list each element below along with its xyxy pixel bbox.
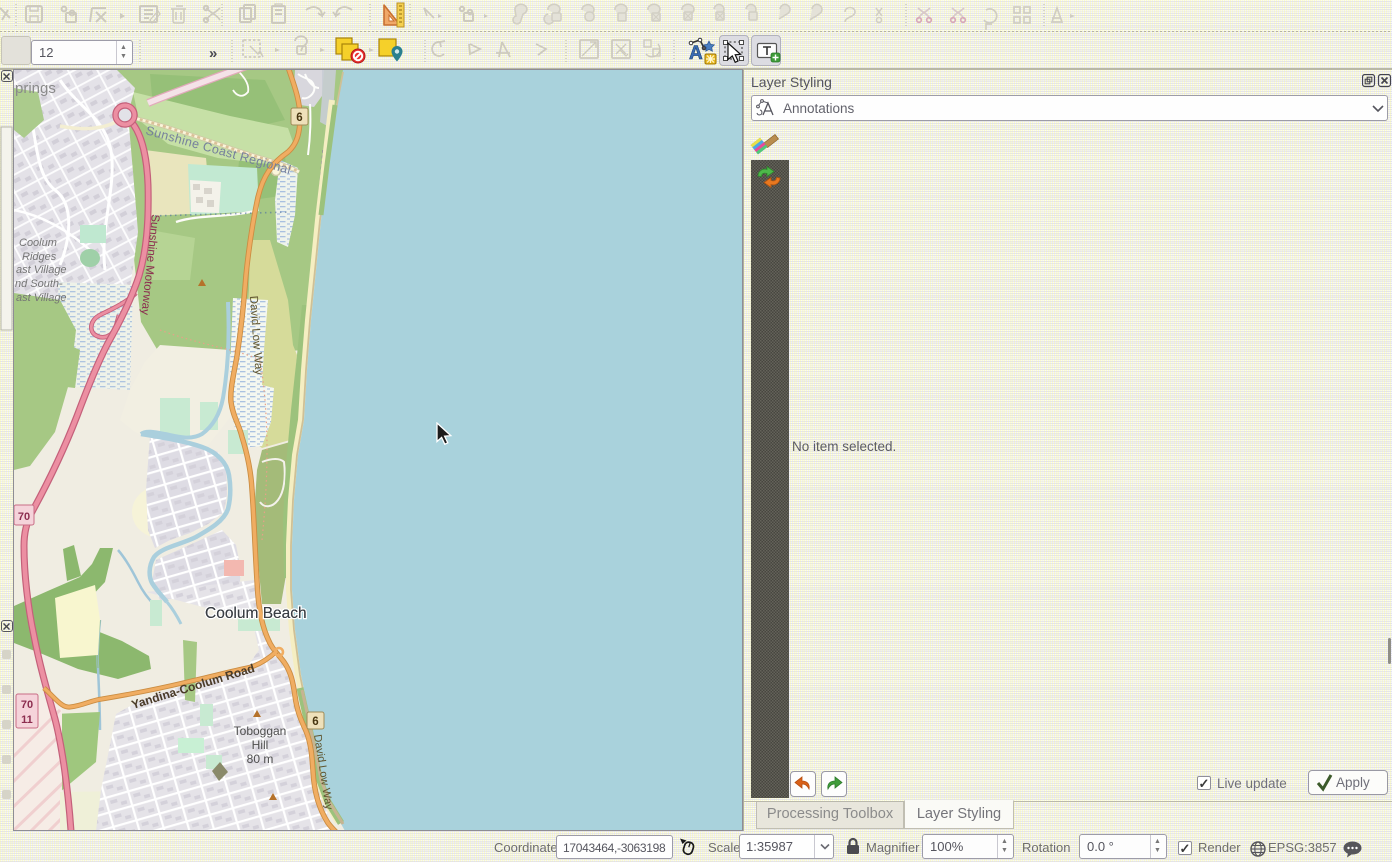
svg-text:nd South-: nd South-: [15, 278, 63, 290]
svg-text:Coolum: Coolum: [19, 237, 57, 249]
svg-text:70: 70: [18, 511, 30, 523]
svg-text:Ridges: Ridges: [22, 251, 57, 263]
svg-text:70: 70: [21, 699, 33, 711]
svg-text:prings: prings: [15, 80, 56, 97]
svg-text:ast Village: ast Village: [16, 292, 67, 304]
svg-text:11: 11: [21, 714, 33, 726]
svg-text:Coolum Beach: Coolum Beach: [205, 605, 307, 622]
svg-text:6: 6: [296, 112, 302, 124]
svg-text:80 m: 80 m: [247, 752, 274, 766]
svg-text:6: 6: [312, 716, 318, 728]
svg-text:ast Village: ast Village: [16, 264, 67, 276]
svg-text:Hill: Hill: [252, 738, 269, 752]
svg-text:A: A: [689, 43, 703, 64]
svg-text:Toboggan: Toboggan: [234, 724, 287, 738]
